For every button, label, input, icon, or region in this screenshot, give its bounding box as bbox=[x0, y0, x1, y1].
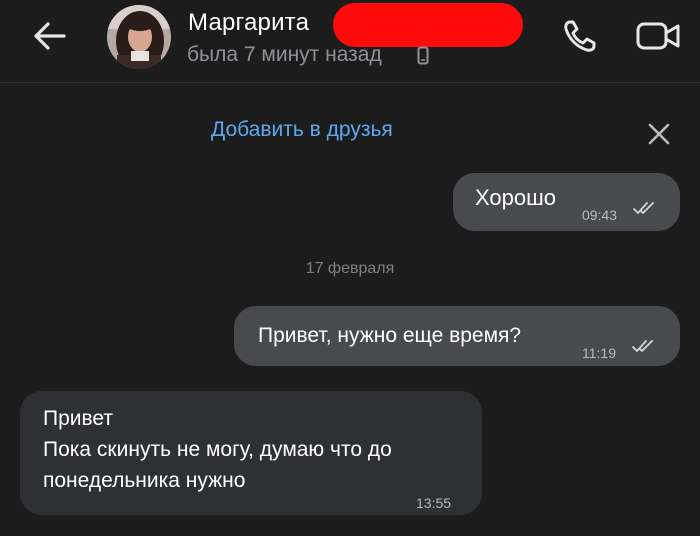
contact-name[interactable]: Маргарита bbox=[188, 9, 309, 37]
redaction-mark bbox=[333, 3, 523, 47]
date-separator: 17 февраля bbox=[305, 260, 395, 277]
message-time: 09:43 bbox=[582, 207, 618, 223]
arrow-left-icon bbox=[34, 22, 66, 50]
chat-header: Маргарита была 7 минут назад bbox=[0, 0, 700, 83]
double-check-icon bbox=[632, 340, 653, 352]
message-text: Привет Пока скинуть не могу, думаю что д… bbox=[43, 407, 392, 492]
add-friend-link[interactable]: Добавить в друзья bbox=[211, 118, 393, 142]
avatar[interactable] bbox=[107, 5, 171, 69]
close-icon bbox=[648, 123, 670, 145]
video-camera-icon bbox=[636, 22, 680, 50]
phone-icon bbox=[564, 20, 596, 52]
dismiss-button[interactable] bbox=[644, 119, 674, 149]
message-bubble-outgoing[interactable]: Привет, нужно еще время? 11:19 bbox=[234, 306, 680, 366]
message-bubble-incoming[interactable]: Привет Пока скинуть не могу, думаю что д… bbox=[20, 391, 482, 515]
back-button[interactable] bbox=[28, 16, 72, 56]
contact-status: была 7 минут назад bbox=[187, 43, 382, 66]
message-bubble-outgoing[interactable]: Хорошо 09:43 bbox=[453, 173, 680, 231]
avatar-photo bbox=[107, 5, 171, 69]
call-button[interactable] bbox=[560, 16, 602, 56]
message-text: Хорошо bbox=[475, 185, 557, 210]
message-text: Привет, нужно еще время? bbox=[258, 324, 522, 347]
video-call-button[interactable] bbox=[634, 16, 684, 56]
message-time: 13:55 bbox=[416, 495, 452, 511]
double-check-icon bbox=[633, 202, 654, 214]
mobile-phone-icon bbox=[417, 46, 429, 71]
message-time: 11:19 bbox=[582, 345, 616, 361]
